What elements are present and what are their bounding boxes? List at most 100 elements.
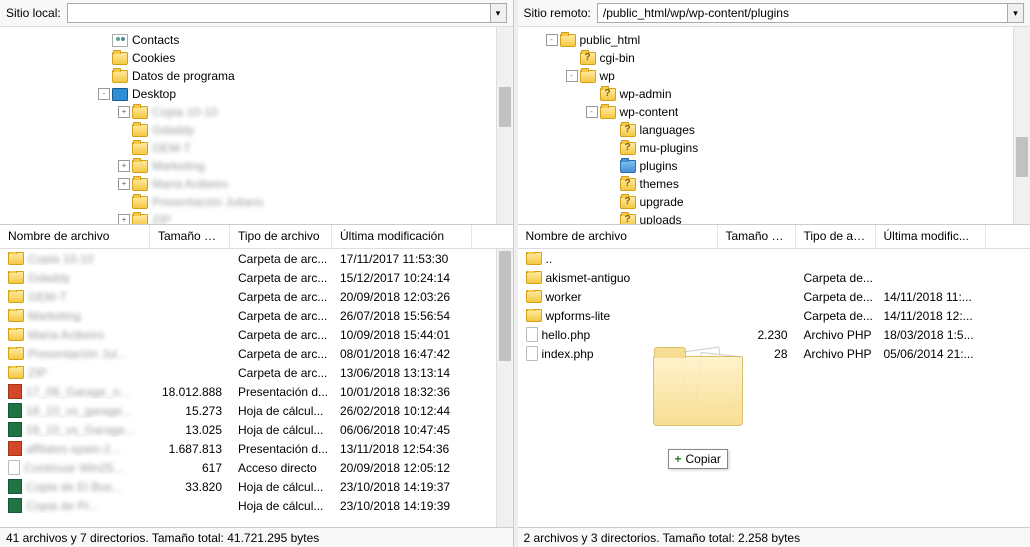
file-row[interactable]: akismet-antiguoCarpeta de... (518, 268, 1030, 287)
remote-folder-tree[interactable]: - public_html cgi-bin-wp wp-admin -wp-conten… (518, 27, 1014, 224)
file-row[interactable]: GdaddyCarpeta de arc...15/12/2017 10:24:… (0, 268, 496, 287)
local-site-label: Sitio local: (6, 6, 61, 20)
expand-toggle[interactable]: - (546, 34, 558, 46)
tree-item-label: uploads (640, 213, 682, 224)
expand-toggle[interactable]: - (98, 88, 110, 100)
file-row[interactable]: Copia de El Bos...33.820Hoja de cálcul..… (0, 477, 496, 496)
file-type: Hoja de cálcul... (230, 499, 332, 513)
tree-item-label: mu-plugins (640, 141, 699, 155)
col-header-name[interactable]: Nombre de archivo (518, 225, 718, 248)
file-name: 18_10_vs_Garage... (26, 423, 135, 437)
expand-toggle[interactable]: + (118, 160, 130, 172)
col-header-date[interactable]: Última modific... (876, 225, 986, 248)
tree-item[interactable]: - public_html (518, 31, 1014, 49)
tree-item[interactable]: themes (518, 175, 1014, 193)
tree-item[interactable]: languages (518, 121, 1014, 139)
tree-item[interactable]: Contacts (0, 31, 496, 49)
tree-item[interactable]: -Desktop (0, 85, 496, 103)
file-row[interactable]: workerCarpeta de...14/11/2018 11:... (518, 287, 1030, 306)
file-date: 14/11/2018 11:... (876, 290, 986, 304)
remote-path-input[interactable] (597, 3, 1008, 23)
expand-toggle[interactable]: - (566, 70, 578, 82)
tree-item[interactable]: Cookies (0, 49, 496, 67)
remote-tree-scrollbar[interactable] (1013, 27, 1030, 224)
tree-item[interactable]: +ZIP (0, 211, 496, 224)
tree-item[interactable]: Datos de programa (0, 67, 496, 85)
tree-item[interactable]: GEM-T (0, 139, 496, 157)
remote-file-list[interactable]: ..akismet-antiguoCarpeta de...workerCarp… (518, 249, 1030, 527)
local-tree-scrollbar[interactable] (496, 27, 513, 224)
file-name: hello.php (542, 328, 591, 342)
col-header-type[interactable]: Tipo de archivo (230, 225, 332, 248)
file-row[interactable]: hello.php2.230Archivo PHP18/03/2018 1:5.… (518, 325, 1030, 344)
tree-item[interactable]: upgrade (518, 193, 1014, 211)
tree-item[interactable]: Gdaddy (0, 121, 496, 139)
expand-toggle (606, 124, 618, 136)
tree-item[interactable]: +Marketing (0, 157, 496, 175)
file-row[interactable]: Copia de Pr...Hoja de cálcul...23/10/201… (0, 496, 496, 515)
file-row[interactable]: GEM-TCarpeta de arc...20/09/2018 12:03:2… (0, 287, 496, 306)
file-row[interactable]: 18_10_vs_garage...15.273Hoja de cálcul..… (0, 401, 496, 420)
expand-toggle (586, 88, 598, 100)
file-size: 33.820 (150, 480, 230, 494)
local-list-scrollbar[interactable] (496, 249, 513, 527)
file-row[interactable]: ZIPCarpeta de arc...13/06/2018 13:13:14 (0, 363, 496, 382)
tree-item[interactable]: wp-admin (518, 85, 1014, 103)
tree-item[interactable]: -wp (518, 67, 1014, 85)
tree-item-label: public_html (580, 33, 641, 47)
remote-list-header: Nombre de archivo Tamaño d... Tipo de ar… (518, 225, 1030, 249)
contacts-icon (112, 34, 128, 47)
col-header-size[interactable]: Tamaño de... (150, 225, 230, 248)
expand-toggle[interactable]: + (118, 214, 130, 224)
tree-item-label: Copia 10-10 (152, 105, 217, 119)
folder-icon (526, 290, 542, 303)
file-row[interactable]: index.php28Archivo PHP05/06/2014 21:... (518, 344, 1030, 363)
folder-q-icon (620, 124, 636, 137)
file-row[interactable]: Presentación Jul...Carpeta de arc...08/0… (0, 344, 496, 363)
expand-toggle[interactable]: + (118, 178, 130, 190)
file-row[interactable]: Continuar Win25...617Acceso directo20/09… (0, 458, 496, 477)
tree-item[interactable]: mu-plugins (518, 139, 1014, 157)
local-file-list[interactable]: Copia 10-10Carpeta de arc...17/11/2017 1… (0, 249, 513, 527)
file-row[interactable]: Copia 10-10Carpeta de arc...17/11/2017 1… (0, 249, 496, 268)
file-name: worker (546, 290, 582, 304)
file-row[interactable]: .. (518, 249, 1030, 268)
expand-toggle (606, 214, 618, 224)
tree-item[interactable]: + Copia 10-10 (0, 103, 496, 121)
file-name: Maria Acibeiro (28, 328, 104, 342)
tree-item[interactable]: plugins (518, 157, 1014, 175)
file-date: 15/12/2017 10:24:14 (332, 271, 472, 285)
local-folder-tree[interactable]: ContactsCookiesDatos de programa-Desktop… (0, 27, 496, 224)
file-row[interactable]: affilates-spain-2...1.687.813Presentació… (0, 439, 496, 458)
file-name: Copia de Pr... (26, 499, 99, 513)
tree-item[interactable]: -wp-content (518, 103, 1014, 121)
file-row[interactable]: MarketingCarpeta de arc...26/07/2018 15:… (0, 306, 496, 325)
file-date: 06/06/2018 10:47:45 (332, 423, 472, 437)
file-date: 20/09/2018 12:05:12 (332, 461, 472, 475)
local-path-input[interactable] (67, 3, 491, 23)
col-header-date[interactable]: Última modificación (332, 225, 472, 248)
file-name: Continuar Win25... (24, 461, 123, 475)
xls-icon (8, 479, 22, 494)
local-path-dropdown[interactable]: ▾ (491, 3, 507, 23)
col-header-size[interactable]: Tamaño d... (718, 225, 796, 248)
tree-item[interactable]: uploads (518, 211, 1014, 224)
remote-site-label: Sitio remoto: (524, 6, 591, 20)
remote-path-dropdown[interactable]: ▾ (1008, 3, 1024, 23)
expand-toggle[interactable]: - (586, 106, 598, 118)
ftp-client-window: Sitio local: ▾ ContactsCookiesDatos de p… (0, 0, 1030, 547)
expand-toggle[interactable]: + (118, 106, 130, 118)
file-type: Presentación d... (230, 385, 332, 399)
tree-item[interactable]: +Maria Acibeiro (0, 175, 496, 193)
folder-icon (580, 70, 596, 83)
tree-item-label: wp-admin (620, 87, 672, 101)
xls-icon (8, 403, 22, 418)
file-row[interactable]: wpforms-liteCarpeta de...14/11/2018 12:.… (518, 306, 1030, 325)
col-header-type[interactable]: Tipo de arc... (796, 225, 876, 248)
file-row[interactable]: Maria AcibeiroCarpeta de arc...10/09/201… (0, 325, 496, 344)
col-header-name[interactable]: Nombre de archivo (0, 225, 150, 248)
tree-item[interactable]: cgi-bin (518, 49, 1014, 67)
tree-item[interactable]: Presentación Juliano (0, 193, 496, 211)
file-row[interactable]: 18_10_vs_Garage...13.025Hoja de cálcul..… (0, 420, 496, 439)
file-row[interactable]: 17_06_Garage_n...18.012.888Presentación … (0, 382, 496, 401)
